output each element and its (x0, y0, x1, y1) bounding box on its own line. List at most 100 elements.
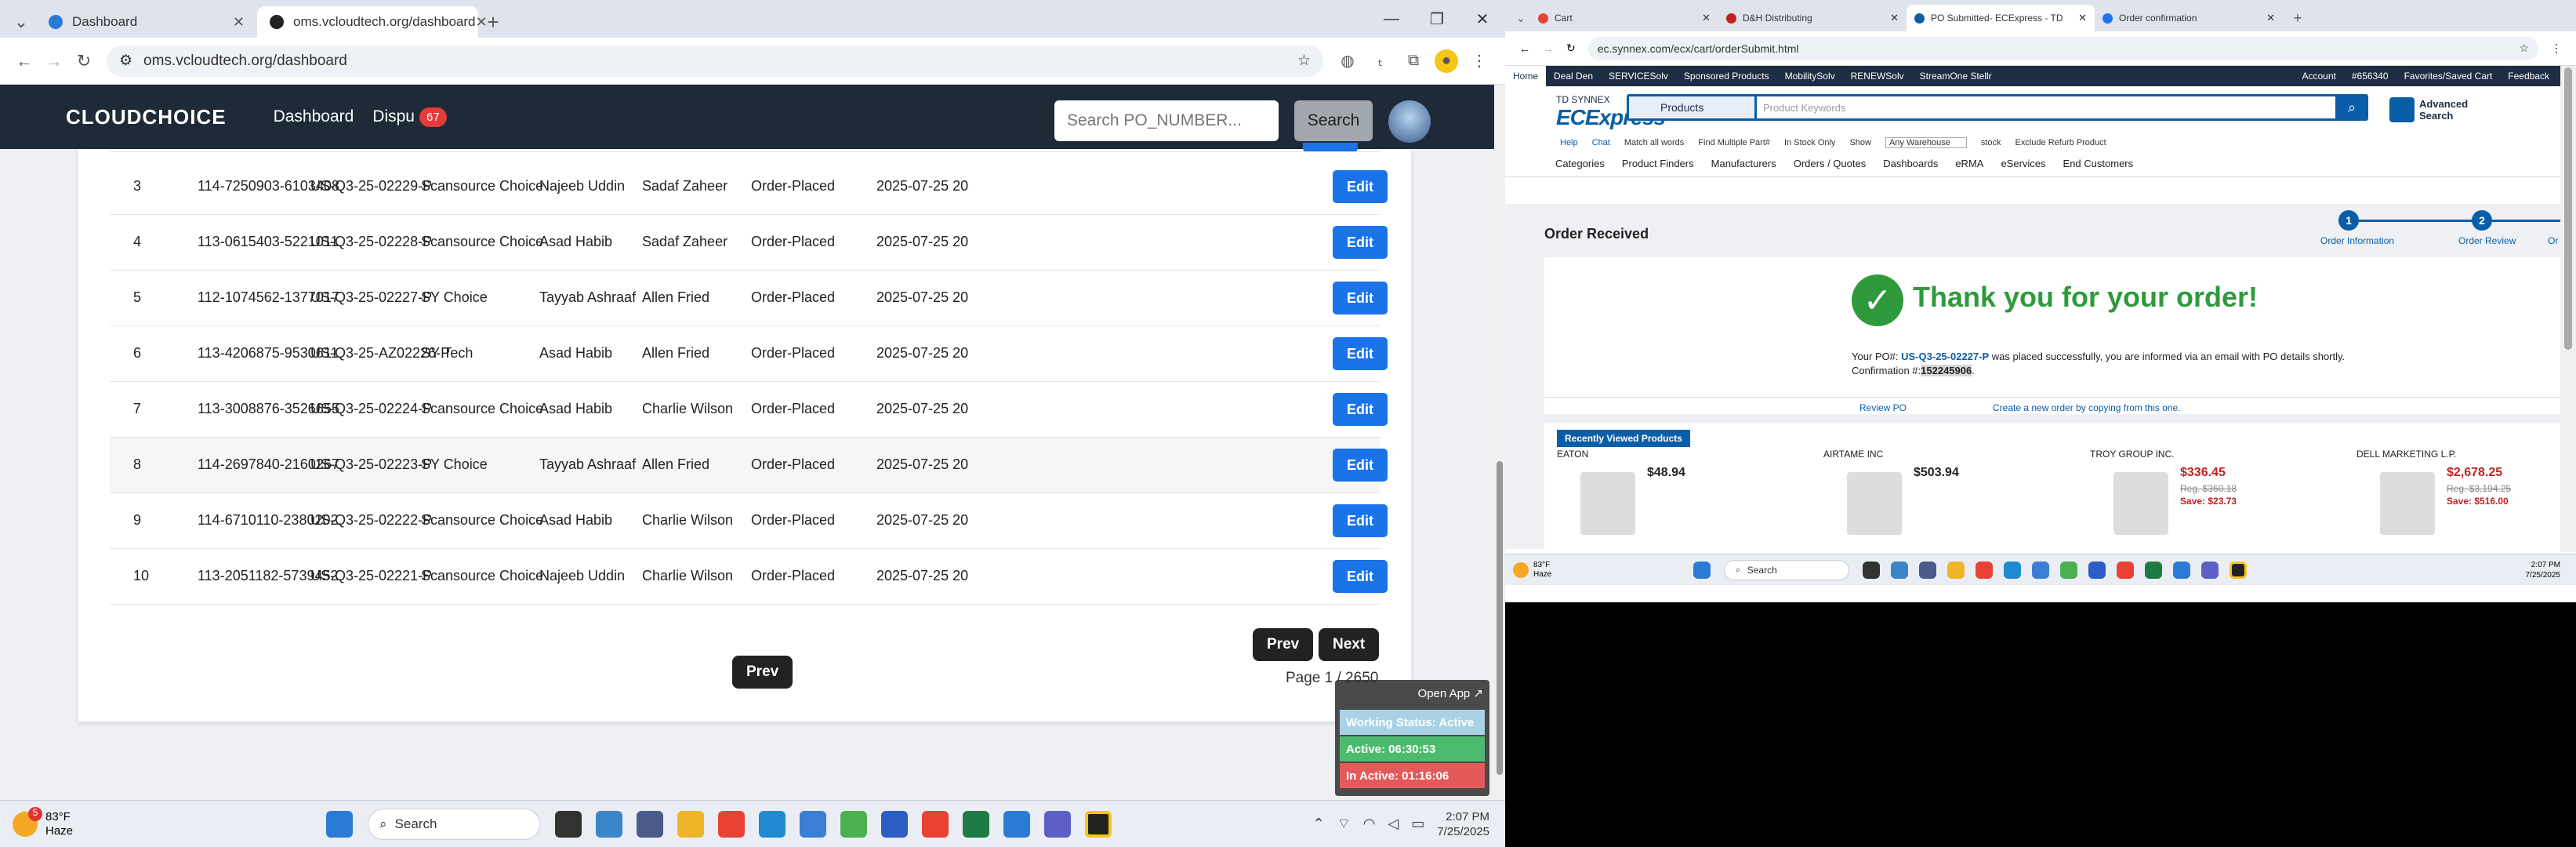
app-icon[interactable] (2230, 561, 2247, 579)
excel-icon[interactable] (963, 810, 989, 838)
reload-icon[interactable]: ↻ (1566, 42, 1576, 55)
menu-manufacturers[interactable]: Manufacturers (1711, 158, 1776, 169)
product-image[interactable] (1580, 472, 1635, 535)
menu-end-customers[interactable]: End Customers (2063, 158, 2134, 169)
edit-button[interactable]: Edit (1333, 337, 1388, 370)
in-stock-checkbox[interactable]: In Stock Only (1784, 138, 1835, 147)
battery-icon[interactable]: ▭ (1411, 816, 1424, 832)
calculator-icon[interactable] (1919, 561, 1936, 579)
minimize-icon[interactable]: — (1369, 0, 1414, 38)
edit-button[interactable]: Edit (1333, 170, 1388, 203)
edge-icon[interactable] (596, 810, 622, 838)
close-icon[interactable]: ✕ (2266, 12, 2275, 24)
forward-icon[interactable]: → (1543, 42, 1554, 55)
windows-start-icon[interactable] (326, 810, 353, 838)
nav-streamone[interactable]: StreamOne Stellr (1912, 71, 2000, 82)
teams-icon[interactable] (1044, 810, 1071, 838)
app-icon[interactable] (1003, 810, 1030, 838)
product-image[interactable] (2380, 472, 2435, 535)
edge-icon[interactable] (759, 810, 785, 838)
url-field[interactable]: ec.synnex.com/ecx/cart/orderSubmit.html ☆ (1587, 36, 2538, 60)
extension-icon[interactable]: ₜ (1369, 49, 1392, 73)
review-po-link[interactable]: Review PO (1859, 402, 1907, 413)
volume-icon[interactable]: ◁ (1388, 816, 1399, 832)
menu-product-finders[interactable]: Product Finders (1622, 158, 1694, 169)
file-explorer-icon[interactable] (677, 810, 704, 838)
chrome-icon[interactable] (2117, 561, 2134, 579)
tab-po-submitted[interactable]: PO Submitted- ECExpress - TD ✕ (1907, 5, 2095, 31)
right-scrollbar[interactable] (2560, 66, 2576, 552)
edge-icon[interactable] (2004, 561, 2021, 579)
menu-dashboards[interactable]: Dashboards (1883, 158, 1938, 169)
windows-start-icon[interactable] (1693, 561, 1711, 579)
warehouse-select[interactable]: Any Warehouse (1885, 137, 1967, 148)
product-image[interactable] (2113, 472, 2168, 535)
account-menu[interactable]: Account (2295, 71, 2344, 82)
chrome-icon[interactable] (922, 810, 949, 838)
taskbar-search[interactable]: ⌕ Search (368, 808, 540, 840)
close-icon[interactable]: ✕ (1702, 12, 1711, 24)
zoom-icon[interactable] (881, 810, 908, 838)
page-scrollbar[interactable] (1494, 85, 1505, 800)
feedback-link[interactable]: Feedback (2500, 71, 2557, 82)
nav-home[interactable]: Home (1505, 66, 1547, 86)
nav-deal-den[interactable]: Deal Den (1546, 71, 1601, 82)
puzzle-icon[interactable]: ⧉ (1402, 49, 1425, 73)
app-icon[interactable] (1085, 810, 1112, 838)
create-new-order-link[interactable]: Create a new order by copying from this … (1993, 402, 2180, 413)
close-icon[interactable]: ✕ (1890, 12, 1899, 24)
profile-icon[interactable]: ● (1435, 49, 1458, 73)
product-search-input[interactable]: Product Keywords (1757, 96, 2335, 118)
product-card[interactable]: DELL MARKETING L.P. $2,678.25 Reg. $3,194.… (2356, 449, 2576, 543)
edit-button[interactable]: Edit (1333, 504, 1388, 537)
calculator-icon[interactable] (637, 810, 663, 838)
product-image[interactable] (1847, 472, 1902, 535)
excel-icon[interactable] (2145, 561, 2162, 579)
back-icon[interactable]: ← (9, 46, 39, 76)
menu-dots-icon[interactable]: ⋮ (2551, 42, 2562, 55)
nav-dashboard[interactable]: Dashboard (274, 107, 354, 126)
taskbar-search[interactable]: ⌕ Search (1724, 559, 1849, 580)
menu-orders-quotes[interactable]: Orders / Quotes (1794, 158, 1866, 169)
zoom-icon[interactable] (2088, 561, 2106, 579)
nav-sponsored[interactable]: Sponsored Products (1676, 71, 1777, 82)
menu-erma[interactable]: eRMA (1955, 158, 1983, 169)
app-logo[interactable]: CLOUDCHOICE (66, 105, 227, 129)
edit-button[interactable]: Edit (1333, 449, 1388, 482)
tab-oms-dashboard[interactable]: oms.vcloudtech.org/dashboard ✕ (257, 6, 488, 38)
edit-button[interactable]: Edit (1333, 226, 1388, 259)
product-card[interactable]: TROY GROUP INC. $336.45 Reg. $360.18 Save: … (2090, 449, 2349, 543)
tab-dashboard[interactable]: Dashboard ✕ (36, 6, 257, 38)
close-icon[interactable]: ✕ (475, 14, 487, 31)
nav-servicesolv[interactable]: SERVICESolv (1601, 71, 1676, 82)
next-page-button[interactable]: Next (1319, 628, 1380, 661)
app-icon[interactable] (2173, 561, 2190, 579)
forward-icon[interactable]: → (39, 46, 69, 76)
chat-link[interactable]: Chat (1592, 138, 1610, 147)
weather-widget[interactable]: 5 83°F Haze (13, 806, 177, 838)
back-icon[interactable]: ← (1519, 42, 1530, 55)
extension-icon[interactable]: ◍ (1336, 49, 1359, 73)
menu-categories[interactable]: Categories (1555, 158, 1605, 169)
teams-icon[interactable] (2201, 561, 2219, 579)
close-icon[interactable]: ✕ (2078, 12, 2087, 24)
clock-time[interactable]: 2:07 PM (1437, 809, 1489, 824)
po-search-input[interactable] (1054, 100, 1279, 141)
close-icon[interactable]: ✕ (233, 14, 245, 31)
search-category-select[interactable]: Products (1629, 96, 1754, 118)
tab-dh[interactable]: D&H Distributing ✕ (1718, 5, 1907, 31)
exclude-refurb-checkbox[interactable]: Exclude Refurb Product (2015, 138, 2106, 147)
new-tab-icon[interactable]: + (2283, 5, 2313, 31)
edit-button[interactable]: Edit (1333, 282, 1388, 314)
product-card[interactable]: AIRTAME INC $503.94 (1823, 449, 2082, 543)
site-info-icon[interactable]: ⚙ (119, 52, 132, 70)
outlook-icon[interactable] (800, 810, 826, 838)
help-link[interactable]: Help (1560, 138, 1578, 147)
search-button[interactable]: Search (1294, 100, 1373, 141)
maximize-icon[interactable]: ❐ (1414, 0, 1460, 38)
reload-icon[interactable]: ↻ (69, 46, 99, 76)
match-all-radio[interactable]: Match all words (1624, 138, 1684, 147)
chevron-up-icon[interactable]: ⌃ (1313, 816, 1325, 832)
edit-button[interactable]: Edit (1333, 560, 1388, 593)
nav-renewsolv[interactable]: RENEWSolv (1843, 71, 1912, 82)
